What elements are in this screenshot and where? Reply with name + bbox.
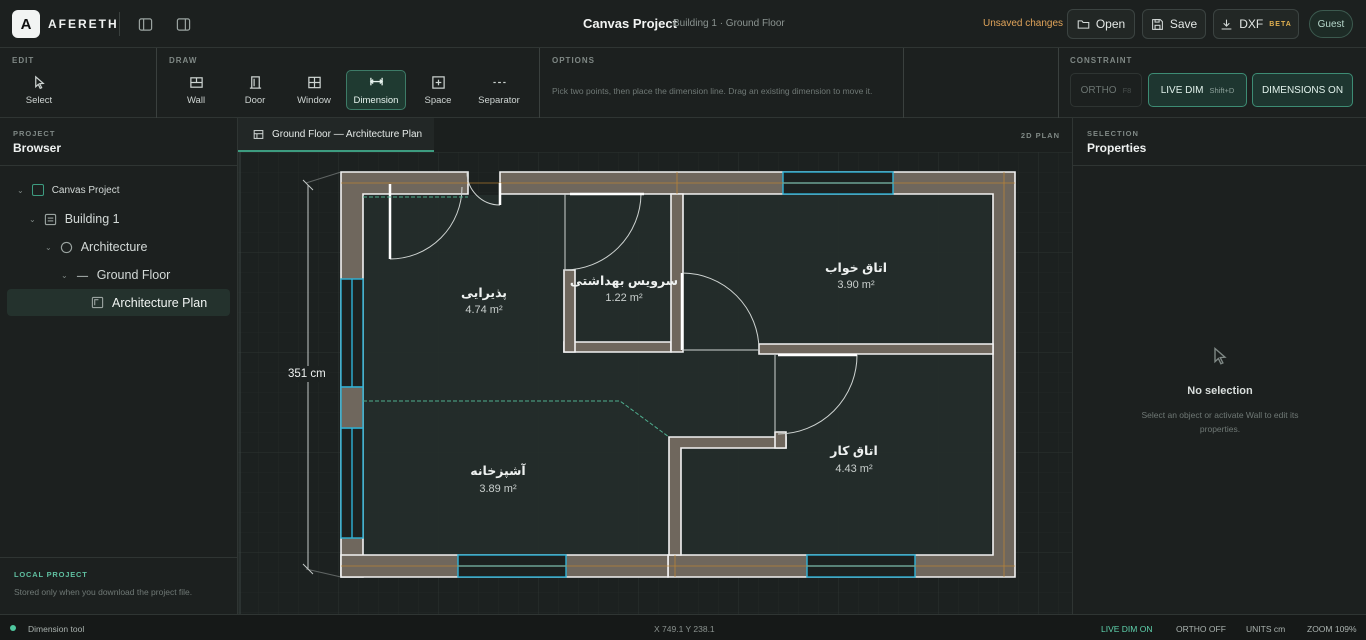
user-menu-button[interactable]: Guest bbox=[1309, 10, 1353, 38]
room-area-office: 4.43 m² bbox=[835, 463, 873, 475]
space-tool-button[interactable]: Space bbox=[408, 70, 468, 110]
brand-name: AFERETH bbox=[48, 17, 119, 31]
chevron-down-icon: ⌄ bbox=[17, 185, 24, 195]
constraint-section-label: CONSTRAINT bbox=[1070, 56, 1133, 65]
wall-tool-button[interactable]: Wall bbox=[166, 70, 226, 110]
select-tool-button[interactable]: Select bbox=[9, 70, 69, 110]
room-name-living: پذیرایی bbox=[460, 286, 507, 300]
toolbar-divider bbox=[903, 48, 904, 118]
beta-badge: BETA bbox=[1269, 20, 1292, 28]
dimensions-toggle[interactable]: DIMENSIONS ON bbox=[1252, 73, 1353, 107]
project-title: Canvas Project bbox=[583, 16, 677, 31]
panel-divider bbox=[1073, 165, 1366, 166]
cursor-coordinates: X 749.1 Y 238.1 bbox=[654, 624, 715, 634]
floor-plan-canvas[interactable]: 351 cm پذیرایی 4.74 m² سرویس بهداشتی 1.2… bbox=[238, 152, 1072, 614]
building-icon bbox=[44, 213, 56, 225]
tree-item-architecture-plan[interactable]: Architecture Plan bbox=[7, 289, 230, 316]
toggle-right-panel-icon[interactable] bbox=[175, 16, 191, 32]
active-tool-status: Dimension tool bbox=[28, 624, 85, 634]
tool-hint-text: Pick two points, then place the dimensio… bbox=[552, 86, 873, 96]
local-project-label: LOCAL PROJECT bbox=[14, 570, 88, 579]
room-name-kitchen: آشپزخانه bbox=[470, 464, 526, 478]
plan-icon bbox=[253, 129, 264, 139]
zoom-status[interactable]: ZOOM 109% bbox=[1307, 624, 1357, 634]
cursor-icon bbox=[34, 75, 45, 89]
draw-section-label: DRAW bbox=[169, 56, 198, 65]
status-bar: Dimension tool X 749.1 Y 238.1 LIVE DIM … bbox=[0, 614, 1366, 640]
edit-section-label: EDIT bbox=[12, 56, 35, 65]
dimension-icon bbox=[369, 77, 383, 85]
project-location: Building 1 · Ground Floor bbox=[673, 18, 785, 29]
toolbar-divider bbox=[539, 48, 540, 118]
toolbar-divider bbox=[1058, 48, 1059, 118]
dimension-label: 351 cm bbox=[286, 366, 328, 382]
options-section-label: OPTIONS bbox=[552, 56, 596, 65]
door-icon bbox=[249, 75, 261, 89]
properties-panel: SELECTION Properties No selection Select… bbox=[1072, 118, 1366, 614]
space-icon bbox=[431, 75, 445, 89]
canvas-area: Ground Floor — Architecture Plan 2D PLAN bbox=[238, 118, 1072, 614]
window-mullion bbox=[340, 386, 364, 429]
dimension-tool-button[interactable]: Dimension bbox=[346, 70, 406, 110]
local-project-note: Stored only when you download the projec… bbox=[14, 587, 193, 597]
save-button[interactable]: Save bbox=[1142, 9, 1206, 39]
empty-selection-text: Select an object or activate Wall to edi… bbox=[1141, 410, 1299, 434]
app-header: A AFERETH Canvas Project Building 1 · Gr… bbox=[0, 0, 1366, 48]
room-area-kitchen: 3.89 m² bbox=[479, 483, 517, 495]
window-tool-button[interactable]: Window bbox=[284, 70, 344, 110]
panel-divider bbox=[0, 165, 237, 166]
room-name-bedroom: اتاق خواب bbox=[824, 261, 887, 275]
tree-item-building[interactable]: ⌄ Building 1 bbox=[29, 211, 120, 227]
tab-architecture-plan[interactable]: Ground Floor — Architecture Plan bbox=[238, 118, 434, 152]
room-name-bathroom: سرویس بهداشتی bbox=[569, 274, 679, 288]
empty-selection-title: No selection bbox=[1187, 385, 1253, 397]
browser-title: Browser bbox=[13, 141, 62, 155]
toolbar-divider bbox=[156, 48, 157, 118]
toggle-left-panel-icon[interactable] bbox=[137, 16, 153, 32]
plan-icon bbox=[91, 296, 104, 309]
tree-item-project[interactable]: ⌄ Canvas Project bbox=[17, 182, 120, 198]
door-tool-button[interactable]: Door bbox=[225, 70, 285, 110]
view-mode-label: 2D PLAN bbox=[1020, 131, 1060, 140]
units-status: UNITS cm bbox=[1246, 624, 1286, 634]
unsaved-indicator: Unsaved changes bbox=[983, 18, 1064, 29]
folder-icon bbox=[1077, 19, 1090, 29]
floor-plan-drawing bbox=[238, 152, 1072, 614]
floor-icon bbox=[76, 275, 88, 277]
live-dim-status: LIVE DIM ON bbox=[1101, 624, 1153, 634]
room-area-bathroom: 1.22 m² bbox=[605, 292, 643, 304]
project-browser-panel: PROJECT Browser ⌄ Canvas Project ⌄ Build… bbox=[0, 118, 238, 614]
wall-icon bbox=[189, 76, 203, 88]
save-icon bbox=[1151, 18, 1163, 30]
export-dxf-button[interactable]: DXF BETA bbox=[1213, 9, 1299, 39]
header-divider bbox=[119, 12, 120, 36]
ortho-status: ORTHO OFF bbox=[1176, 624, 1226, 634]
separator-tool-button[interactable]: Separator bbox=[469, 70, 529, 110]
panel-divider bbox=[0, 557, 237, 558]
live-dim-toggle[interactable]: LIVE DIM Shift+D bbox=[1148, 73, 1247, 107]
window-icon bbox=[307, 76, 321, 88]
tree-item-architecture[interactable]: ⌄ Architecture bbox=[45, 239, 147, 255]
chevron-down-icon: ⌄ bbox=[45, 242, 52, 252]
tree-item-ground-floor[interactable]: ⌄ Ground Floor bbox=[61, 267, 170, 283]
download-icon bbox=[1221, 19, 1232, 29]
room-area-bedroom: 3.90 m² bbox=[837, 279, 875, 291]
ortho-toggle[interactable]: ORTHO F8 bbox=[1070, 73, 1142, 107]
project-icon bbox=[31, 184, 44, 196]
project-section-label: PROJECT bbox=[13, 129, 56, 138]
open-button[interactable]: Open bbox=[1067, 9, 1135, 39]
chevron-down-icon: ⌄ bbox=[61, 270, 68, 280]
discipline-icon bbox=[60, 241, 72, 253]
status-dot bbox=[10, 625, 16, 631]
room-area-living: 4.74 m² bbox=[465, 304, 503, 316]
separator-icon bbox=[492, 81, 506, 83]
chevron-down-icon: ⌄ bbox=[29, 214, 36, 224]
app-logo[interactable]: A bbox=[12, 10, 40, 38]
room-name-office: اتاق کار bbox=[830, 444, 878, 458]
wall-segment bbox=[563, 341, 672, 353]
selection-section-label: SELECTION bbox=[1087, 129, 1139, 138]
cursor-icon bbox=[1210, 346, 1230, 371]
properties-title: Properties bbox=[1087, 141, 1147, 155]
wall-segment bbox=[758, 343, 994, 355]
